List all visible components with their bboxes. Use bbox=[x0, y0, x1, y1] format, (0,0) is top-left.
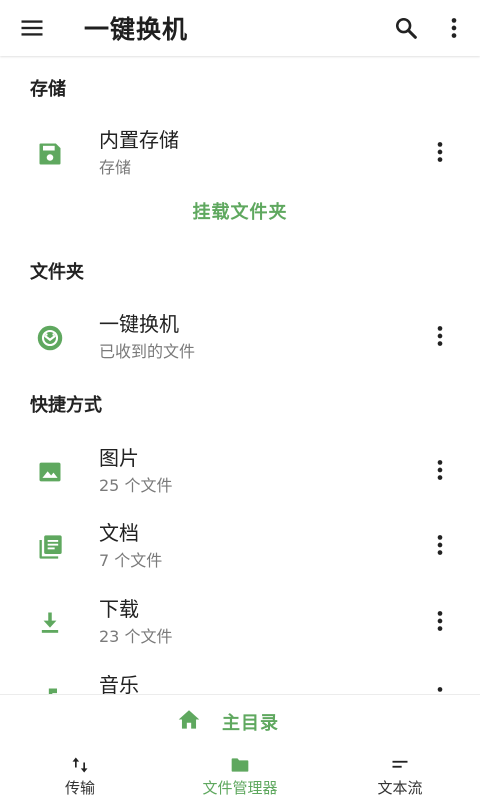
tab-label: 文本流 bbox=[377, 779, 423, 797]
more-vert-icon[interactable] bbox=[426, 456, 454, 484]
item-name: 一键换机 bbox=[99, 312, 179, 336]
tab-file-manager[interactable]: 文件管理器 bbox=[180, 751, 300, 800]
app-logo-icon bbox=[37, 325, 63, 351]
folder-icon bbox=[231, 758, 249, 772]
more-vert-icon[interactable] bbox=[426, 322, 454, 350]
tab-label: 传输 bbox=[64, 779, 95, 797]
tab-transfer[interactable]: 传输 bbox=[20, 751, 140, 800]
menu-icon[interactable] bbox=[18, 14, 46, 42]
page-title: 一键换机 bbox=[84, 15, 189, 44]
tab-text-stream[interactable]: 文本流 bbox=[340, 751, 460, 800]
save-icon bbox=[39, 143, 61, 165]
bottom-panel: 主目录 传输 文件管理器 文本流 bbox=[0, 694, 480, 800]
list-item-folder[interactable]: 一键换机 已收到的文件 bbox=[0, 302, 480, 374]
list-item-documents[interactable]: 文档 7 个文件 bbox=[0, 511, 480, 583]
more-vert-icon[interactable] bbox=[440, 14, 468, 42]
list-item-downloads[interactable]: 下载 23 个文件 bbox=[0, 587, 480, 659]
download-icon bbox=[41, 612, 59, 633]
list-item-internal-storage[interactable]: 内置存储 存储 bbox=[0, 118, 480, 190]
item-subtitle: 7 个文件 bbox=[99, 551, 163, 570]
mount-folder-button[interactable]: 挂载文件夹 bbox=[0, 198, 480, 224]
section-header-shortcuts: 快捷方式 bbox=[30, 395, 102, 416]
more-vert-icon[interactable] bbox=[426, 607, 454, 635]
item-subtitle: 23 个文件 bbox=[99, 627, 173, 646]
search-icon[interactable] bbox=[392, 14, 420, 42]
swap-vert-icon bbox=[72, 757, 88, 773]
bottom-navigation: 传输 文件管理器 文本流 bbox=[0, 751, 480, 800]
item-subtitle: 已收到的文件 bbox=[99, 342, 196, 361]
image-icon bbox=[39, 462, 61, 482]
item-name: 文档 bbox=[99, 521, 139, 545]
home-icon bbox=[178, 710, 200, 729]
section-header-folders: 文件夹 bbox=[30, 262, 84, 283]
home-directory-button[interactable]: 主目录 bbox=[0, 705, 480, 737]
tab-label: 文件管理器 bbox=[202, 779, 278, 797]
item-subtitle: 存储 bbox=[99, 158, 132, 177]
list-item-pictures[interactable]: 图片 25 个文件 bbox=[0, 436, 480, 508]
item-name: 内置存储 bbox=[99, 128, 179, 152]
item-name: 下载 bbox=[99, 597, 139, 621]
more-vert-icon[interactable] bbox=[426, 138, 454, 166]
app-bar: 一键换机 bbox=[0, 0, 480, 56]
item-subtitle: 25 个文件 bbox=[99, 476, 173, 495]
item-name: 图片 bbox=[99, 446, 139, 470]
library-books-icon bbox=[39, 535, 62, 559]
more-vert-icon[interactable] bbox=[426, 531, 454, 559]
section-header-storage: 存储 bbox=[30, 79, 66, 100]
short-text-icon bbox=[392, 760, 408, 768]
home-label: 主目录 bbox=[222, 713, 279, 734]
